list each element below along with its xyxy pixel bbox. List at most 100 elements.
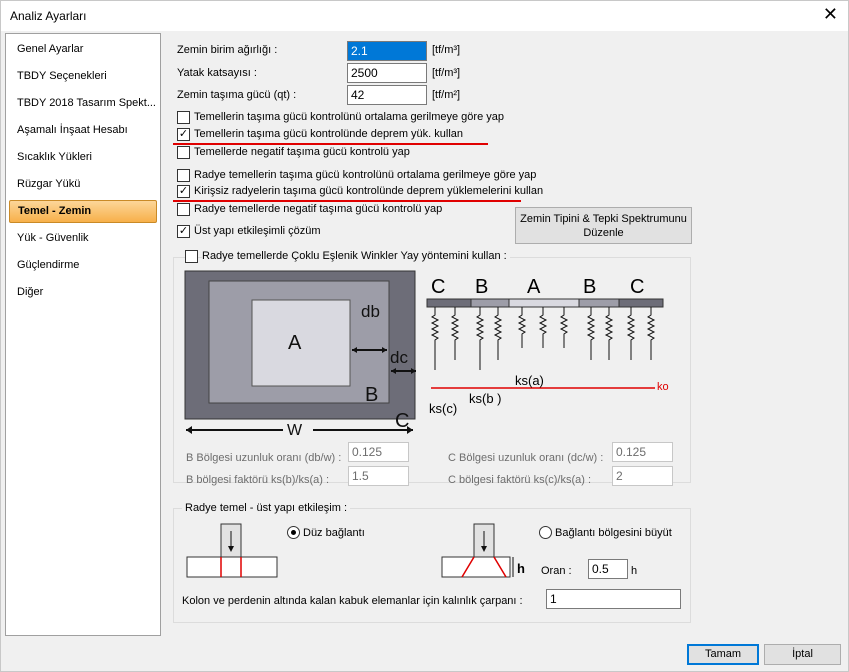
edit-spectrum-line1: Zemin Tipini & Tepki Spektrumunu [520,213,687,225]
winkler-plan-diagram: A B C db dc [184,270,416,432]
ratio-input[interactable] [588,559,628,579]
spring [586,307,596,360]
winkler-checkbox[interactable] [185,250,198,263]
raft-avg-stress-label: Radye temellerin taşıma gücü kontrolünü … [194,169,537,181]
sidebar-item-load-safety[interactable]: Yük - Güvenlik [9,227,157,250]
b-factor-input[interactable] [348,466,409,486]
raft-negative-checkbox[interactable] [177,203,190,216]
superstructure-interaction-label: Üst yapı etkileşimli çözüm [194,225,321,237]
rigid-connection-radio[interactable] [287,526,300,539]
sidebar-item-other[interactable]: Diğer [9,281,157,304]
section-b-right: B [583,276,596,298]
spring [559,307,569,348]
w-arrow-left [186,426,192,434]
spring [626,307,636,360]
sidebar-item-wind-load[interactable]: Rüzgar Yükü [9,173,157,196]
negative-bearing-checkbox[interactable] [177,146,190,159]
enlarged-connection-diagram: h [441,523,525,578]
avg-stress-label: Temellerin taşıma gücü kontrolünü ortala… [194,111,504,123]
winkler-label: Radye temellerde Çoklu Eşlenik Winkler Y… [202,250,510,262]
c-factor-label: C bölgesi faktörü ks(c)/ks(a) : [448,474,592,486]
subgrade-input[interactable] [347,63,427,83]
slab-b-right [578,298,620,308]
h-label: h [517,561,525,576]
section-b-left: B [475,276,488,298]
grow-connection-radio[interactable] [539,526,552,539]
section-a: A [527,276,541,298]
sidebar-item-staged-construction[interactable]: Aşamalı İnşaat Hesabı [9,119,157,142]
b-factor-label: B bölgesi faktörü ks(b)/ks(a) : [186,474,330,486]
c-factor-input[interactable] [612,466,673,486]
spring [517,307,527,348]
beamless-raft-seismic-label: Kirişsiz radyelerin taşıma gücü kontrolü… [194,185,544,197]
unit-weight-input[interactable] [347,41,427,61]
raft-negative-label: Radye temellerde negatif taşıma gücü kon… [194,203,443,215]
negative-bearing-label: Temellerde negatif taşıma gücü kontrolü … [194,146,410,158]
spring [475,307,485,370]
sidebar: Genel Ayarlar TBDY Seçenekleri TBDY 2018… [5,33,161,636]
section-c-right: C [630,276,644,298]
spring [430,307,440,370]
seismic-bearing-checkbox[interactable]: ✓ [177,128,190,141]
zone-b-label: B [365,384,378,406]
w-label: W [287,422,303,439]
cancel-button[interactable]: İptal [764,644,841,665]
rigid-connection-label: Düz bağlantı [303,527,365,539]
ks-c-label: ks(c) [429,401,458,416]
spring [604,307,614,360]
ko-label: ko [657,381,669,393]
dc-label: dc [390,348,408,367]
sidebar-item-foundation-soil[interactable]: Temel - Zemin [9,200,157,223]
springs [430,307,656,370]
window-title: Analiz Ayarları [10,9,87,23]
w-dimension: W [186,421,413,439]
ok-button[interactable]: Tamam [687,644,759,665]
dialog-body: Genel Ayarlar TBDY Seçenekleri TBDY 2018… [0,31,849,672]
edit-spectrum-button[interactable]: Zemin Tipini & Tepki Spektrumunu Düzenle [515,207,692,244]
slab-c-left [426,298,472,308]
seismic-bearing-label: Temellerin taşıma gücü kontrolünde depre… [194,128,464,140]
slab-b-left [470,298,510,308]
spring [646,307,656,360]
avg-stress-checkbox[interactable] [177,111,190,124]
bearing-unit: [tf/m²] [432,89,461,101]
ks-b-label: ks(b ) [469,391,502,406]
grow-connection-label: Bağlantı bölgesini büyüt [555,527,672,539]
slab [186,556,278,578]
sidebar-item-tbdy-options[interactable]: TBDY Seçenekleri [9,65,157,88]
subgrade-unit: [tf/m³] [432,67,461,79]
thickness-factor-label: Kolon ve perdenin altında kalan kabuk el… [182,595,523,607]
sidebar-item-general[interactable]: Genel Ayarlar [9,38,157,61]
sidebar-item-strengthening[interactable]: Güçlendirme [9,254,157,277]
b-length-ratio-input[interactable] [348,442,409,462]
interaction-group-label: Radye temel - üst yapı etkileşim : [182,502,351,514]
slab-c-right [618,298,664,308]
ks-a-label: ks(a) [515,373,544,388]
title-bar: Analiz Ayarları ✕ [0,0,849,31]
superstructure-interaction-checkbox[interactable]: ✓ [177,225,190,238]
c-length-ratio-label: C Bölgesi uzunluk oranı (dc/w) : [448,452,604,464]
sidebar-item-temperature-loads[interactable]: Sıcaklık Yükleri [9,146,157,169]
w-arrow-right [407,426,413,434]
beamless-raft-seismic-checkbox[interactable]: ✓ [177,185,190,198]
sidebar-item-tbdy-spectrum[interactable]: TBDY 2018 Tasarım Spekt... [9,92,157,115]
bearing-label: Zemin taşıma gücü (qt) : [177,89,297,101]
spring [493,307,503,360]
c-length-ratio-input[interactable] [612,442,673,462]
section-c-left: C [431,276,445,298]
zone-a-label: A [288,332,302,354]
unit-weight-unit: [tf/m³] [432,44,461,56]
bearing-input[interactable] [347,85,427,105]
raft-avg-stress-checkbox[interactable] [177,169,190,182]
winkler-section-diagram: C B A B C ks(a) ko [426,276,669,393]
subgrade-label: Yatak katsayısı : [177,67,257,79]
rigid-connection-diagram [186,523,278,578]
spring [538,307,548,348]
highlight-underline [173,143,488,145]
db-label: db [361,302,380,321]
slab-a [508,298,580,308]
ratio-label: Oran : [541,565,572,577]
close-icon[interactable]: ✕ [823,5,838,23]
thickness-factor-input[interactable] [546,589,681,609]
edit-spectrum-line2: Düzenle [583,227,624,239]
